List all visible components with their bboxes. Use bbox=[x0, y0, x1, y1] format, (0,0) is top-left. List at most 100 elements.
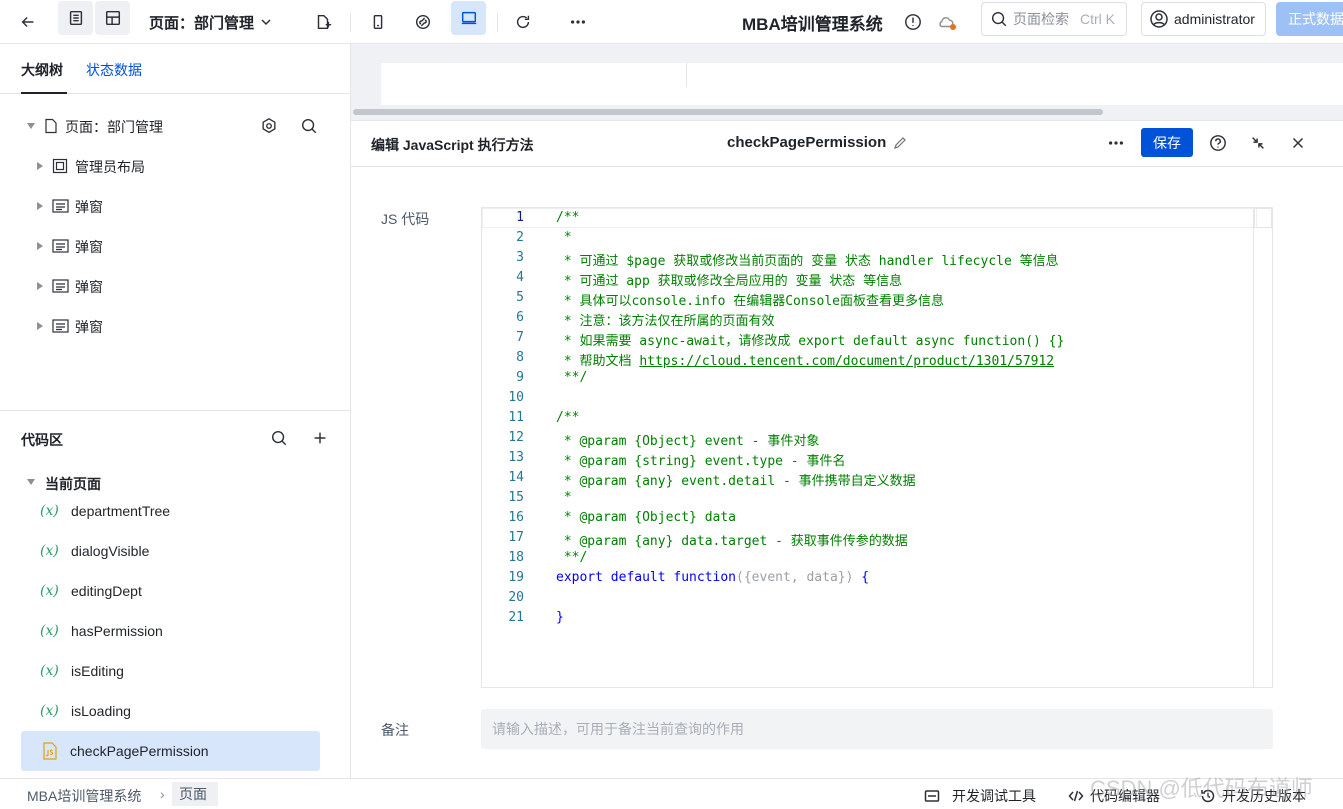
code-item-label: hasPermission bbox=[71, 623, 163, 639]
outline-view-icon[interactable] bbox=[58, 1, 93, 35]
code-editor[interactable]: 1 /** 2 * 3 * 可通过 $page 获取或修改当前页面的 变量 状态 ha… bbox=[481, 207, 1273, 688]
publish-button[interactable]: 正式数据 bbox=[1276, 2, 1343, 36]
remark-input[interactable] bbox=[481, 709, 1273, 749]
cloud-sync-icon[interactable] bbox=[930, 6, 962, 38]
code-line: * @param {any} data.target - 获取事件传参的数据 bbox=[556, 534, 908, 549]
collapse-caret-icon[interactable] bbox=[37, 322, 43, 330]
code-area: 代码区 当前页面 (x) departmentTree (x) dialogVi… bbox=[0, 410, 350, 771]
panel-header: 编辑 JavaScript 执行方法 checkPagePermission 保… bbox=[351, 121, 1343, 167]
tree-node-dialog[interactable]: 弹窗 bbox=[0, 186, 350, 226]
add-icon[interactable] bbox=[311, 429, 329, 447]
line-number: 8 bbox=[516, 350, 524, 365]
code-icon bbox=[1068, 790, 1084, 802]
preview-divider bbox=[686, 63, 687, 87]
help-icon[interactable] bbox=[1207, 132, 1229, 154]
toolbar-divider bbox=[497, 12, 498, 32]
remark-label: 备注 bbox=[381, 722, 409, 738]
code-line: * @param {any} event.detail - 事件携带自定义数据 bbox=[556, 474, 916, 489]
code-item-is-editing[interactable]: (x) isEditing bbox=[21, 651, 320, 691]
code-item-is-loading[interactable]: (x) isLoading bbox=[21, 691, 320, 731]
tree-node-dialog[interactable]: 弹窗 bbox=[0, 226, 350, 266]
code-line: * @param {string} event.type - 事件名 bbox=[556, 454, 846, 469]
expand-caret-icon[interactable] bbox=[27, 123, 35, 129]
layout-view-icon[interactable] bbox=[95, 1, 130, 35]
page-icon bbox=[45, 118, 57, 134]
code-item-label: isEditing bbox=[71, 663, 124, 679]
mobile-preview-icon[interactable] bbox=[362, 6, 394, 38]
miniprogram-preview-icon[interactable] bbox=[407, 6, 439, 38]
collapse-caret-icon[interactable] bbox=[37, 282, 43, 290]
code-item-dialog-visible[interactable]: (x) dialogVisible bbox=[21, 531, 320, 571]
code-line: * @param {Object} data bbox=[556, 510, 737, 525]
monitor-icon bbox=[924, 790, 940, 802]
tree-node-label: 管理员布局 bbox=[75, 159, 145, 175]
code-line: * @param {Object} event - 事件对象 bbox=[556, 434, 820, 449]
info-icon[interactable] bbox=[897, 6, 929, 38]
code-line: * 帮助文档 https://cloud.tencent.com/documen… bbox=[556, 354, 1055, 369]
close-icon[interactable] bbox=[1287, 132, 1309, 154]
code-line: * 可通过 app 获取或修改全局应用的 变量 状态 等信息 bbox=[556, 274, 903, 289]
code-item-editing-dept[interactable]: (x) editingDept bbox=[21, 571, 320, 611]
page-selector-label: 页面：部门管理 bbox=[149, 14, 255, 32]
refresh-icon[interactable] bbox=[507, 6, 539, 38]
panel-title: 编辑 JavaScript 执行方法 bbox=[371, 137, 534, 153]
chevron-down-icon bbox=[261, 19, 271, 26]
edit-pencil-icon[interactable] bbox=[892, 135, 908, 151]
toolbar-divider bbox=[350, 12, 351, 32]
code-item-department-tree[interactable]: (x) departmentTree bbox=[21, 491, 320, 531]
variable-icon: (x) bbox=[40, 623, 59, 639]
editor-scrollbar[interactable] bbox=[1254, 208, 1272, 228]
line-number: 15 bbox=[508, 490, 524, 505]
back-arrow-icon[interactable] bbox=[12, 6, 44, 38]
code-line: } bbox=[556, 610, 564, 625]
breadcrumb-separator-icon: › bbox=[160, 786, 165, 802]
tree-node-dialog[interactable]: 弹窗 bbox=[0, 266, 350, 306]
add-page-icon[interactable] bbox=[307, 6, 339, 38]
code-line: **/ bbox=[556, 370, 588, 385]
tree-node-admin-layout[interactable]: 管理员布局 bbox=[0, 146, 350, 186]
line-number: 9 bbox=[516, 370, 524, 385]
line-number: 2 bbox=[516, 230, 524, 245]
more-icon[interactable] bbox=[1105, 132, 1127, 154]
dev-tools-button[interactable]: 开发调试工具 bbox=[924, 786, 1036, 806]
save-button[interactable]: 保存 bbox=[1141, 128, 1193, 157]
search-icon[interactable] bbox=[300, 117, 318, 135]
settings-icon[interactable] bbox=[260, 117, 278, 135]
line-number: 20 bbox=[508, 590, 524, 605]
code-line: * 如果需要 async-await，请修改成 export default a… bbox=[556, 334, 1065, 349]
breadcrumb-app[interactable]: MBA培训管理系统 bbox=[27, 786, 141, 806]
tree-node-label: 页面：部门管理 bbox=[65, 119, 163, 135]
search-icon[interactable] bbox=[270, 429, 288, 447]
user-menu[interactable]: administrator bbox=[1141, 2, 1266, 36]
breadcrumb-page[interactable]: 页面 bbox=[172, 782, 218, 806]
tree-node-page[interactable]: 页面：部门管理 bbox=[0, 106, 350, 146]
tab-state-data[interactable]: 状态数据 bbox=[86, 60, 142, 80]
page-search-input[interactable]: 页面检索 Ctrl K bbox=[981, 2, 1127, 36]
top-toolbar: 页面：部门管理 MBA培训管理系统 页面检索 Ctrl K administra… bbox=[0, 0, 1343, 44]
line-number: 3 bbox=[516, 250, 524, 265]
collapse-caret-icon[interactable] bbox=[37, 242, 43, 250]
horizontal-scrollbar[interactable] bbox=[353, 109, 1103, 115]
collapse-caret-icon[interactable] bbox=[37, 162, 43, 170]
tab-outline-tree[interactable]: 大纲树 bbox=[21, 60, 63, 80]
code-item-label: isLoading bbox=[71, 703, 131, 719]
js-code-label: JS 代码 bbox=[381, 211, 430, 227]
code-item-check-page-permission[interactable]: checkPagePermission bbox=[21, 731, 320, 771]
expand-caret-icon[interactable] bbox=[27, 479, 35, 485]
current-line-highlight bbox=[482, 208, 1257, 228]
active-tab-indicator bbox=[21, 92, 67, 94]
code-item-has-permission[interactable]: (x) hasPermission bbox=[21, 611, 320, 651]
page-selector[interactable]: 页面：部门管理 bbox=[149, 9, 272, 35]
code-line: /** bbox=[556, 210, 580, 225]
editor-scroll-divider bbox=[1253, 208, 1254, 687]
tree-node-dialog[interactable]: 弹窗 bbox=[0, 306, 350, 346]
desktop-preview-icon[interactable] bbox=[451, 1, 486, 35]
collapse-icon[interactable] bbox=[1247, 132, 1269, 154]
more-icon[interactable] bbox=[562, 6, 594, 38]
dialog-icon bbox=[52, 279, 69, 293]
collapse-caret-icon[interactable] bbox=[37, 202, 43, 210]
variable-icon: (x) bbox=[40, 543, 59, 559]
code-line: export default function({event, data}) { bbox=[556, 570, 870, 585]
line-number: 1 bbox=[516, 210, 524, 225]
preview-card bbox=[381, 63, 1343, 105]
